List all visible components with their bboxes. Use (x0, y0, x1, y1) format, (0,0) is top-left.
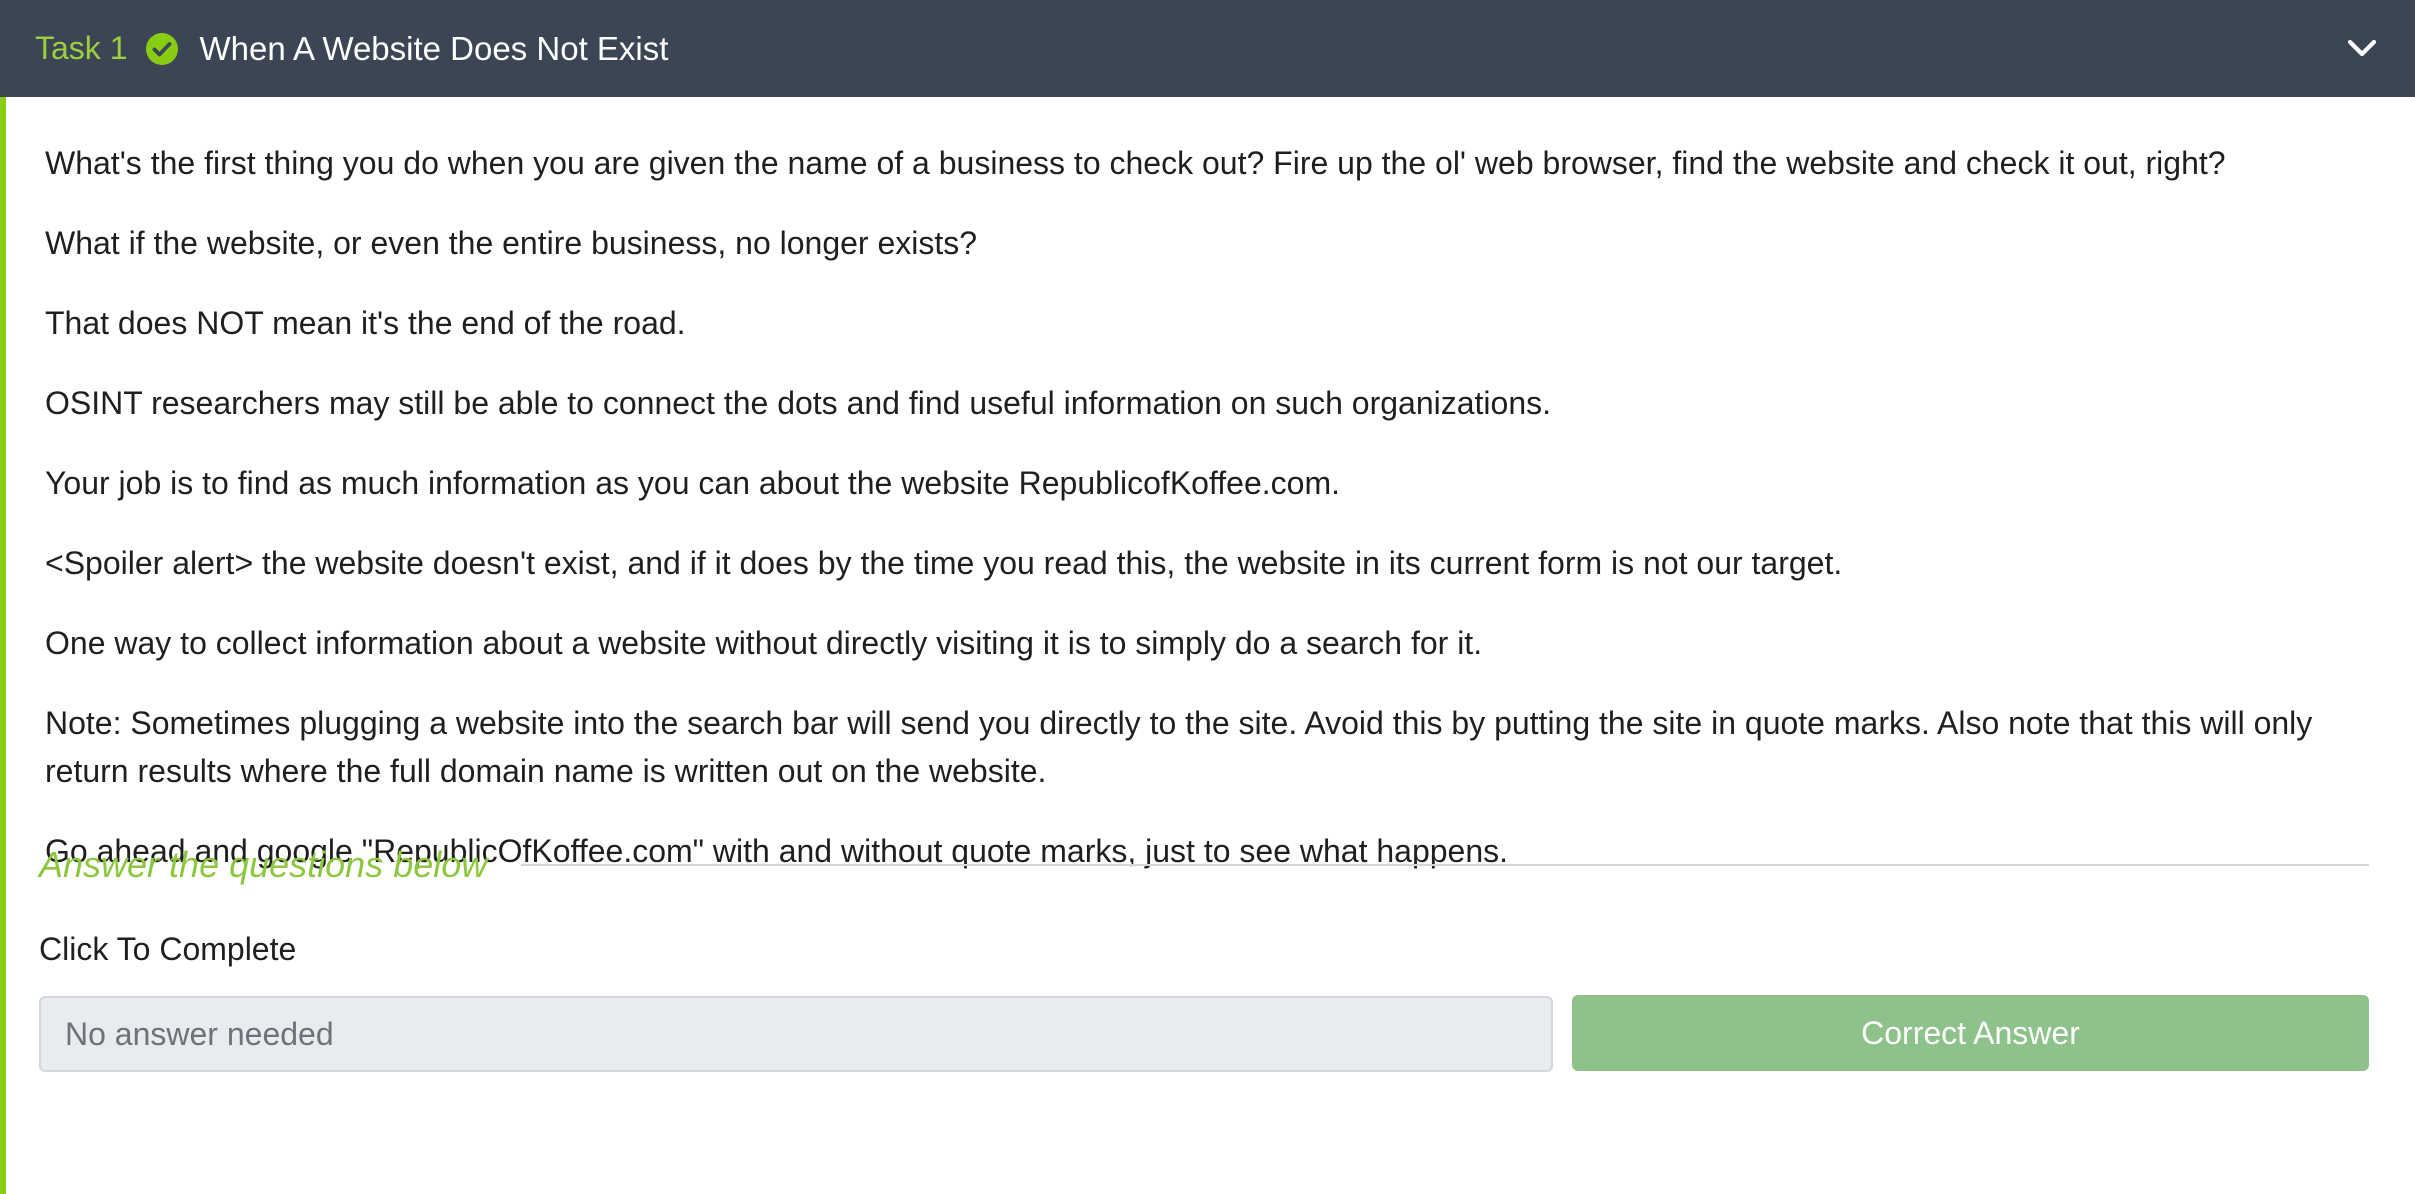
task-title: When A Website Does Not Exist (199, 29, 669, 67)
chevron-down-icon[interactable] (2345, 31, 2379, 65)
task-card: Task 1 When A Website Does Not Exist Wha… (0, 0, 2415, 1194)
task-paragraph: That does NOT mean it's the end of the r… (45, 305, 686, 341)
question-label: Click To Complete (39, 931, 297, 967)
task-paragraph: One way to collect information about a w… (45, 625, 1483, 661)
task-paragraph: Your job is to find as much information … (45, 465, 1340, 501)
task-paragraph: What's the first thing you do when you a… (45, 145, 2226, 181)
section-divider (521, 864, 2369, 866)
check-circle-icon (146, 32, 179, 65)
task-paragraph: OSINT researchers may still be able to c… (45, 385, 1551, 421)
answer-input[interactable] (39, 996, 1553, 1072)
answer-section-header: Answer the questions below (39, 840, 2369, 890)
task-paragraph: Note: Sometimes plugging a website into … (45, 705, 2313, 789)
task-header[interactable]: Task 1 When A Website Does Not Exist (0, 0, 2415, 97)
task-number: Task 1 (35, 30, 128, 66)
task-paragraph: What if the website, or even the entire … (45, 225, 978, 261)
answer-heading: Answer the questions below (39, 844, 488, 885)
correct-answer-button[interactable]: Correct Answer (1572, 995, 2369, 1071)
task-paragraph: <Spoiler alert> the website doesn't exis… (45, 545, 1843, 581)
